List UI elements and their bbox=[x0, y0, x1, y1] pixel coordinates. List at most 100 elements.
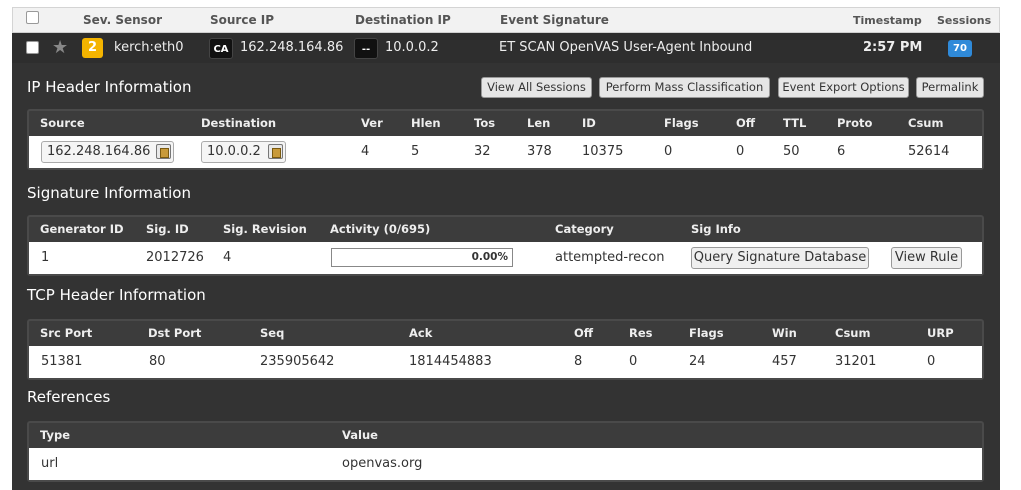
tos-value: 32 bbox=[474, 144, 491, 159]
dst-port-value: 80 bbox=[149, 354, 166, 369]
sessions-badge[interactable]: 70 bbox=[948, 40, 972, 57]
col-sessions[interactable]: Sessions bbox=[937, 14, 991, 27]
col-source: Source bbox=[40, 116, 85, 130]
col-csum: Csum bbox=[835, 326, 871, 340]
len-value: 378 bbox=[527, 144, 552, 159]
col-ack: Ack bbox=[409, 326, 433, 340]
source-ip-field[interactable]: 162.248.164.86 bbox=[41, 141, 174, 163]
col-source-ip[interactable]: Source IP bbox=[210, 13, 274, 27]
event-checkbox[interactable] bbox=[26, 41, 39, 54]
ip-header-title: IP Header Information bbox=[27, 78, 192, 96]
ack-value: 1814454883 bbox=[409, 354, 492, 369]
sensor-name: kerch:eth0 bbox=[114, 40, 184, 55]
mass-classification-button[interactable]: Perform Mass Classification bbox=[599, 77, 770, 98]
csum-value: 31201 bbox=[835, 354, 877, 369]
signature-title: Signature Information bbox=[27, 184, 191, 202]
csum-value: 52614 bbox=[908, 144, 950, 159]
flags-value: 24 bbox=[689, 354, 706, 369]
col-ttl: TTL bbox=[783, 116, 807, 130]
star-icon[interactable]: ★ bbox=[52, 37, 68, 58]
col-timestamp[interactable]: Timestamp bbox=[853, 14, 922, 27]
view-rule-button[interactable]: View Rule bbox=[891, 247, 962, 269]
col-sig-id: Sig. ID bbox=[146, 222, 189, 236]
col-res: Res bbox=[629, 326, 653, 340]
col-destination-ip[interactable]: Destination IP bbox=[355, 13, 451, 27]
col-win: Win bbox=[772, 326, 797, 340]
col-sig-info: Sig Info bbox=[691, 222, 741, 236]
source-ip[interactable]: 162.248.164.86 bbox=[240, 40, 343, 55]
id-value: 10375 bbox=[582, 144, 624, 159]
col-type: Type bbox=[40, 428, 71, 442]
signature-table: Generator ID Sig. ID Sig. Revision Activ… bbox=[27, 215, 984, 276]
col-csum: Csum bbox=[908, 116, 944, 130]
flags-value: 0 bbox=[664, 144, 673, 159]
col-event-signature[interactable]: Event Signature bbox=[500, 13, 609, 27]
col-sev-sensor[interactable]: Sev. Sensor bbox=[83, 13, 162, 27]
seq-value: 235905642 bbox=[260, 354, 335, 369]
col-ver: Ver bbox=[361, 116, 383, 130]
copy-icon[interactable] bbox=[268, 144, 283, 159]
activity-percent: 0.00% bbox=[471, 251, 508, 263]
off-value: 8 bbox=[574, 354, 583, 369]
destination-ip[interactable]: 10.0.0.2 bbox=[385, 40, 439, 55]
event-list-header: Sev. Sensor Source IP Destination IP Eve… bbox=[12, 7, 1000, 33]
src-port-value: 51381 bbox=[41, 354, 83, 369]
dest-country-flag: -- bbox=[354, 38, 378, 59]
tcp-header-title: TCP Header Information bbox=[27, 286, 206, 304]
col-activity: Activity (0/695) bbox=[330, 222, 431, 236]
col-category: Category bbox=[555, 222, 614, 236]
reference-type-value: url bbox=[41, 456, 59, 471]
query-signature-database-button[interactable]: Query Signature Database bbox=[691, 247, 869, 269]
col-proto: Proto bbox=[837, 116, 873, 130]
destination-ip-value: 10.0.0.2 bbox=[207, 144, 261, 159]
source-ip-value: 162.248.164.86 bbox=[47, 144, 151, 159]
col-flags: Flags bbox=[664, 116, 699, 130]
col-destination: Destination bbox=[201, 116, 277, 130]
col-dst-port: Dst Port bbox=[148, 326, 202, 340]
sig-revision-value: 4 bbox=[223, 250, 232, 265]
activity-progress-bar: 0.00% bbox=[331, 248, 513, 267]
col-tos: Tos bbox=[474, 116, 496, 130]
ver-value: 4 bbox=[361, 144, 370, 159]
col-seq: Seq bbox=[260, 326, 285, 340]
win-value: 457 bbox=[772, 354, 797, 369]
tcp-header-row: 51381 80 235905642 1814454883 8 0 24 457… bbox=[29, 346, 982, 378]
references-title: References bbox=[27, 388, 111, 406]
col-src-port: Src Port bbox=[40, 326, 93, 340]
hlen-value: 5 bbox=[411, 144, 420, 159]
generator-id-value: 1 bbox=[41, 250, 50, 265]
col-value: Value bbox=[342, 428, 378, 442]
select-all-checkbox[interactable] bbox=[26, 11, 39, 24]
off-value: 0 bbox=[736, 144, 745, 159]
event-export-options-button[interactable]: Event Export Options bbox=[778, 77, 909, 98]
col-urp: URP bbox=[927, 326, 954, 340]
ip-header-table: Source Destination Ver Hlen Tos Len ID F… bbox=[27, 109, 984, 170]
reference-row: url openvas.org bbox=[29, 448, 982, 480]
copy-icon[interactable] bbox=[156, 144, 171, 159]
event-row[interactable]: ★ 2 kerch:eth0 CA 162.248.164.86 -- 10.0… bbox=[12, 33, 1000, 63]
col-off: Off bbox=[736, 116, 756, 130]
permalink-button[interactable]: Permalink bbox=[916, 77, 984, 98]
event-detail-panel: IP Header Information View All Sessions … bbox=[12, 63, 1000, 490]
ip-header-columns: Source Destination Ver Hlen Tos Len ID F… bbox=[29, 111, 982, 136]
signature-row: 1 2012726 4 0.00% attempted-recon Query … bbox=[29, 242, 982, 274]
col-sig-revision: Sig. Revision bbox=[223, 222, 307, 236]
ip-header-row: 162.248.164.86 10.0.0.2 4 5 32 378 10375… bbox=[29, 136, 982, 168]
proto-value: 6 bbox=[837, 144, 846, 159]
tcp-header-table: Src Port Dst Port Seq Ack Off Res Flags … bbox=[27, 319, 984, 380]
tcp-header-columns: Src Port Dst Port Seq Ack Off Res Flags … bbox=[29, 321, 982, 346]
destination-ip-field[interactable]: 10.0.0.2 bbox=[201, 141, 286, 163]
references-columns: Type Value bbox=[29, 423, 982, 448]
col-generator-id: Generator ID bbox=[40, 222, 124, 236]
res-value: 0 bbox=[629, 354, 638, 369]
reference-url-link[interactable]: openvas.org bbox=[342, 456, 422, 471]
urp-value: 0 bbox=[927, 354, 936, 369]
col-id: ID bbox=[582, 116, 596, 130]
event-signature[interactable]: ET SCAN OpenVAS User-Agent Inbound bbox=[499, 40, 752, 55]
severity-badge: 2 bbox=[82, 38, 103, 58]
col-off: Off bbox=[574, 326, 594, 340]
ttl-value: 50 bbox=[783, 144, 800, 159]
view-all-sessions-button[interactable]: View All Sessions bbox=[481, 77, 592, 98]
event-timestamp: 2:57 PM bbox=[863, 40, 923, 55]
source-country-flag: CA bbox=[209, 38, 233, 59]
